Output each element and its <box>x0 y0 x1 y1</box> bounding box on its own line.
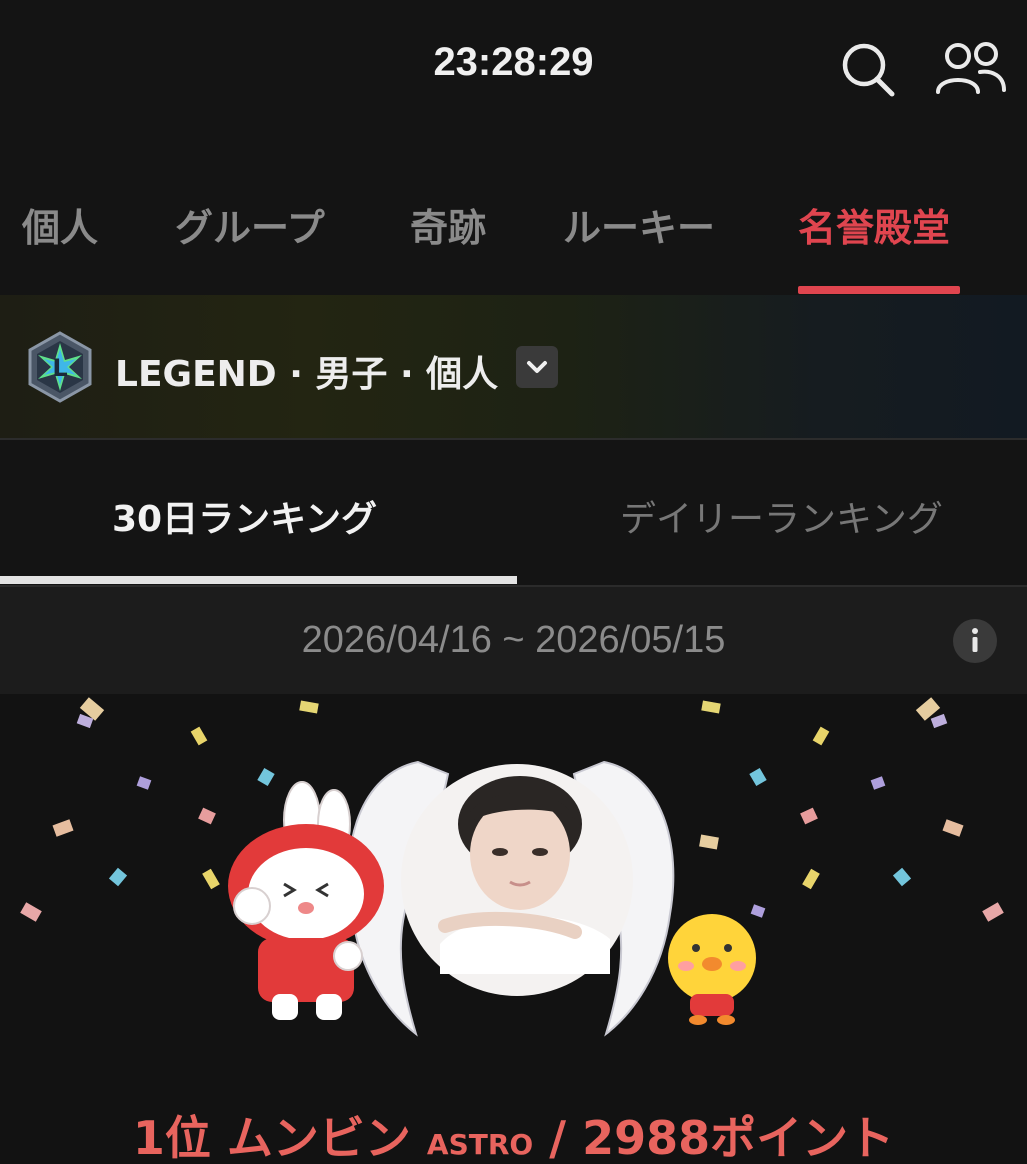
tab-hall-of-fame[interactable]: 名誉殿堂 <box>798 197 950 252</box>
chevron-down-icon[interactable] <box>516 346 558 388</box>
winner-rank: 1位 <box>132 1111 211 1164</box>
period-row: 2026/04/16 ~ 2026/05/15 <box>0 587 1027 694</box>
active-tab-indicator <box>798 286 960 294</box>
winner-separator: / <box>549 1111 567 1164</box>
winner-name[interactable]: ムンビン <box>227 1111 411 1164</box>
winner-summary: 1位 ムンビン ASTRO / 2988ポイント <box>0 1102 1027 1164</box>
category-title: LEGEND · 男子 · 個人 <box>115 354 499 395</box>
tab-rookie[interactable]: ルーキー <box>563 197 715 252</box>
top-bar: 23:28:29 <box>0 0 1027 135</box>
search-icon[interactable] <box>837 38 897 98</box>
chick-mascot <box>668 914 756 1025</box>
winner-hero: 1位 ムンビン ASTRO / 2988ポイント <box>0 694 1027 1164</box>
winner-avatar <box>401 764 633 996</box>
tab-miracle[interactable]: 奇跡 <box>410 197 486 252</box>
category-selector[interactable]: L LEGEND · 男子 · 個人 <box>0 295 1027 440</box>
legend-badge-letter: L <box>52 354 67 382</box>
ranking-subtabs: 30日ランキング デイリーランキング <box>0 440 1027 587</box>
winner-illustration <box>20 697 1004 1037</box>
winner-group: ASTRO <box>426 1128 534 1161</box>
tab-daily-ranking[interactable]: デイリーランキング <box>620 490 943 542</box>
main-tabs: 個人 グループ 奇跡 ルーキー 名誉殿堂 <box>0 185 1027 295</box>
tab-30day-ranking[interactable]: 30日ランキング <box>112 490 377 542</box>
active-subtab-indicator <box>0 576 517 584</box>
tab-individual[interactable]: 個人 <box>22 197 98 252</box>
info-icon[interactable] <box>952 618 998 664</box>
legend-badge-icon: L <box>24 331 96 403</box>
period-range: 2026/04/16 ~ 2026/05/15 <box>301 619 726 661</box>
people-icon[interactable] <box>934 38 1008 98</box>
winner-points: 2988ポイント <box>582 1111 895 1164</box>
tab-group[interactable]: グループ <box>175 197 325 252</box>
